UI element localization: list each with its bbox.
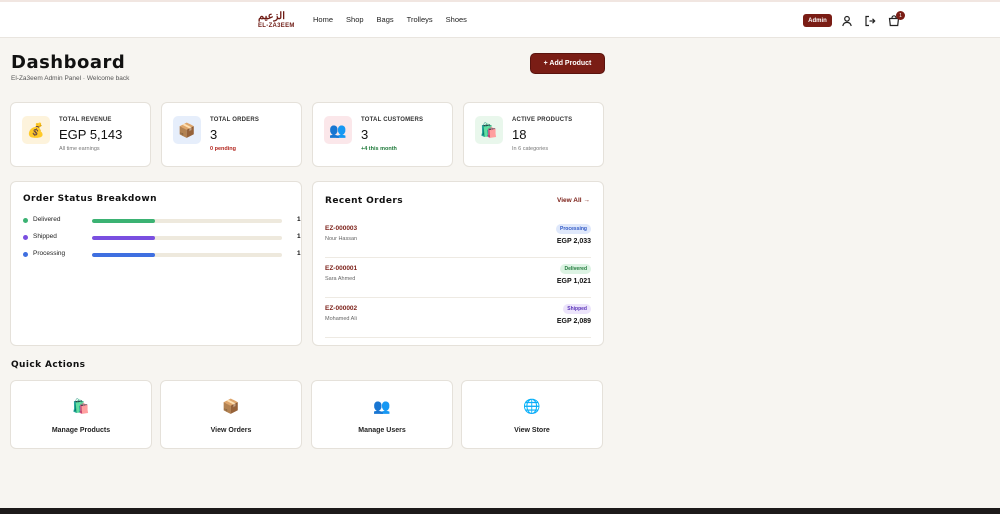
package-icon: 📦 (222, 398, 240, 414)
quick-action-label: View Orders (210, 427, 252, 434)
nav-link-shop[interactable]: Shop (346, 15, 364, 24)
status-progress-fill (92, 219, 156, 223)
main-nav: Home Shop Bags Trolleys Shoes (313, 15, 467, 24)
status-row-delivered: Delivered 1 (23, 216, 301, 226)
status-count: 1 (297, 216, 301, 223)
order-amount: EGP 2,089 (556, 318, 591, 325)
bottom-bar (0, 508, 1000, 514)
top-navigation-bar: الزعيم EL-ZA3EEM Home Shop Bags Trolleys… (0, 0, 1000, 38)
stat-label: ACTIVE PRODUCTS (512, 117, 573, 123)
recent-orders-card: Recent Orders View All → EZ-000003 Nour … (312, 181, 604, 346)
section-title: Recent Orders (325, 196, 403, 206)
order-id: EZ-000001 (325, 265, 358, 272)
quick-action-view-orders[interactable]: 📦 View Orders (160, 380, 302, 449)
stat-note: In 6 categories (512, 146, 549, 152)
order-row[interactable]: EZ-000002 Mohamed Ali Shipped EGP 2,089 (325, 298, 591, 338)
nav-link-home[interactable]: Home (313, 15, 333, 24)
cart-count-badge: 1 (896, 11, 905, 20)
quick-action-view-store[interactable]: 🌐 View Store (461, 380, 603, 449)
status-row-shipped: Shipped 1 (23, 233, 301, 243)
quick-action-manage-users[interactable]: 👥 Manage Users (311, 380, 453, 449)
order-status-badge: Processing (556, 224, 591, 234)
order-customer: Nour Hassan (325, 236, 358, 242)
stat-note: All time earnings (59, 146, 100, 152)
stat-card-products: 🛍️ ACTIVE PRODUCTS 18 In 6 categories (463, 102, 604, 167)
order-amount: EGP 1,021 (556, 278, 591, 285)
stat-value: 3 (361, 127, 369, 142)
quick-actions-title: Quick Actions (11, 360, 86, 370)
status-dot (23, 218, 28, 223)
order-id: EZ-000003 (325, 225, 358, 232)
page-title: Dashboard (11, 52, 126, 73)
stat-note: +4 this month (361, 146, 397, 152)
order-status-breakdown-card: Order Status Breakdown Delivered 1 Shipp… (10, 181, 302, 346)
stat-value: EGP 5,143 (59, 127, 123, 142)
stat-label: TOTAL ORDERS (210, 117, 260, 123)
quick-action-manage-products[interactable]: 🛍️ Manage Products (10, 380, 152, 449)
status-name: Processing (33, 250, 66, 257)
shopping-bags-icon: 🛍️ (475, 116, 503, 144)
order-row[interactable]: EZ-000001 Sara Ahmed Delivered EGP 1,021 (325, 258, 591, 298)
order-customer: Sara Ahmed (325, 276, 356, 282)
stat-value: 18 (512, 127, 527, 142)
quick-action-label: Manage Users (358, 427, 406, 434)
users-icon: 👥 (373, 398, 391, 414)
order-status-badge: Shipped (563, 304, 591, 314)
stat-note: 0 pending (210, 146, 236, 152)
status-dot (23, 235, 28, 240)
status-row-processing: Processing 1 (23, 250, 301, 260)
status-progress-fill (92, 236, 156, 240)
quick-action-label: View Store (514, 427, 550, 434)
view-all-orders-link[interactable]: View All → (557, 197, 590, 204)
status-name: Delivered (33, 216, 61, 223)
brand-logo[interactable]: الزعيم EL-ZA3EEM (258, 12, 298, 32)
globe-icon: 🌐 (523, 398, 541, 414)
status-count: 1 (297, 250, 301, 257)
stat-card-revenue: 💰 TOTAL REVENUE EGP 5,143 All time earni… (10, 102, 151, 167)
section-title: Order Status Breakdown (23, 194, 157, 204)
user-icon[interactable] (840, 14, 854, 28)
order-row[interactable]: EZ-000003 Nour Hassan Processing EGP 2,0… (325, 218, 591, 258)
stat-value: 3 (210, 127, 218, 142)
add-product-button[interactable]: + Add Product (531, 54, 604, 73)
status-progress-track (92, 219, 282, 223)
stat-card-orders: 📦 TOTAL ORDERS 3 0 pending (161, 102, 302, 167)
stat-label: TOTAL CUSTOMERS (361, 117, 424, 123)
order-amount: EGP 2,033 (556, 238, 591, 245)
nav-link-trolleys[interactable]: Trolleys (407, 15, 433, 24)
stat-label: TOTAL REVENUE (59, 117, 112, 123)
admin-badge[interactable]: Admin (803, 14, 832, 27)
order-customer: Mohamed Ali (325, 316, 357, 322)
logo-english-text: EL-ZA3EEM (258, 23, 295, 29)
stat-card-customers: 👥 TOTAL CUSTOMERS 3 +4 this month (312, 102, 453, 167)
nav-link-bags[interactable]: Bags (377, 15, 394, 24)
status-progress-fill (92, 253, 156, 257)
status-progress-track (92, 236, 282, 240)
status-progress-track (92, 253, 282, 257)
package-icon: 📦 (173, 116, 201, 144)
logo-arabic-text: الزعيم (258, 11, 285, 22)
order-status-badge: Delivered (560, 264, 591, 274)
shopping-bags-icon: 🛍️ (72, 398, 90, 414)
logout-icon[interactable] (863, 14, 877, 28)
status-dot (23, 252, 28, 257)
users-icon: 👥 (324, 116, 352, 144)
page-subtitle: El-Za3eem Admin Panel · Welcome back (11, 75, 130, 82)
money-bag-icon: 💰 (22, 116, 50, 144)
status-name: Shipped (33, 233, 57, 240)
nav-link-shoes[interactable]: Shoes (446, 15, 467, 24)
status-count: 1 (297, 233, 301, 240)
order-id: EZ-000002 (325, 305, 358, 312)
quick-action-label: Manage Products (51, 427, 111, 434)
